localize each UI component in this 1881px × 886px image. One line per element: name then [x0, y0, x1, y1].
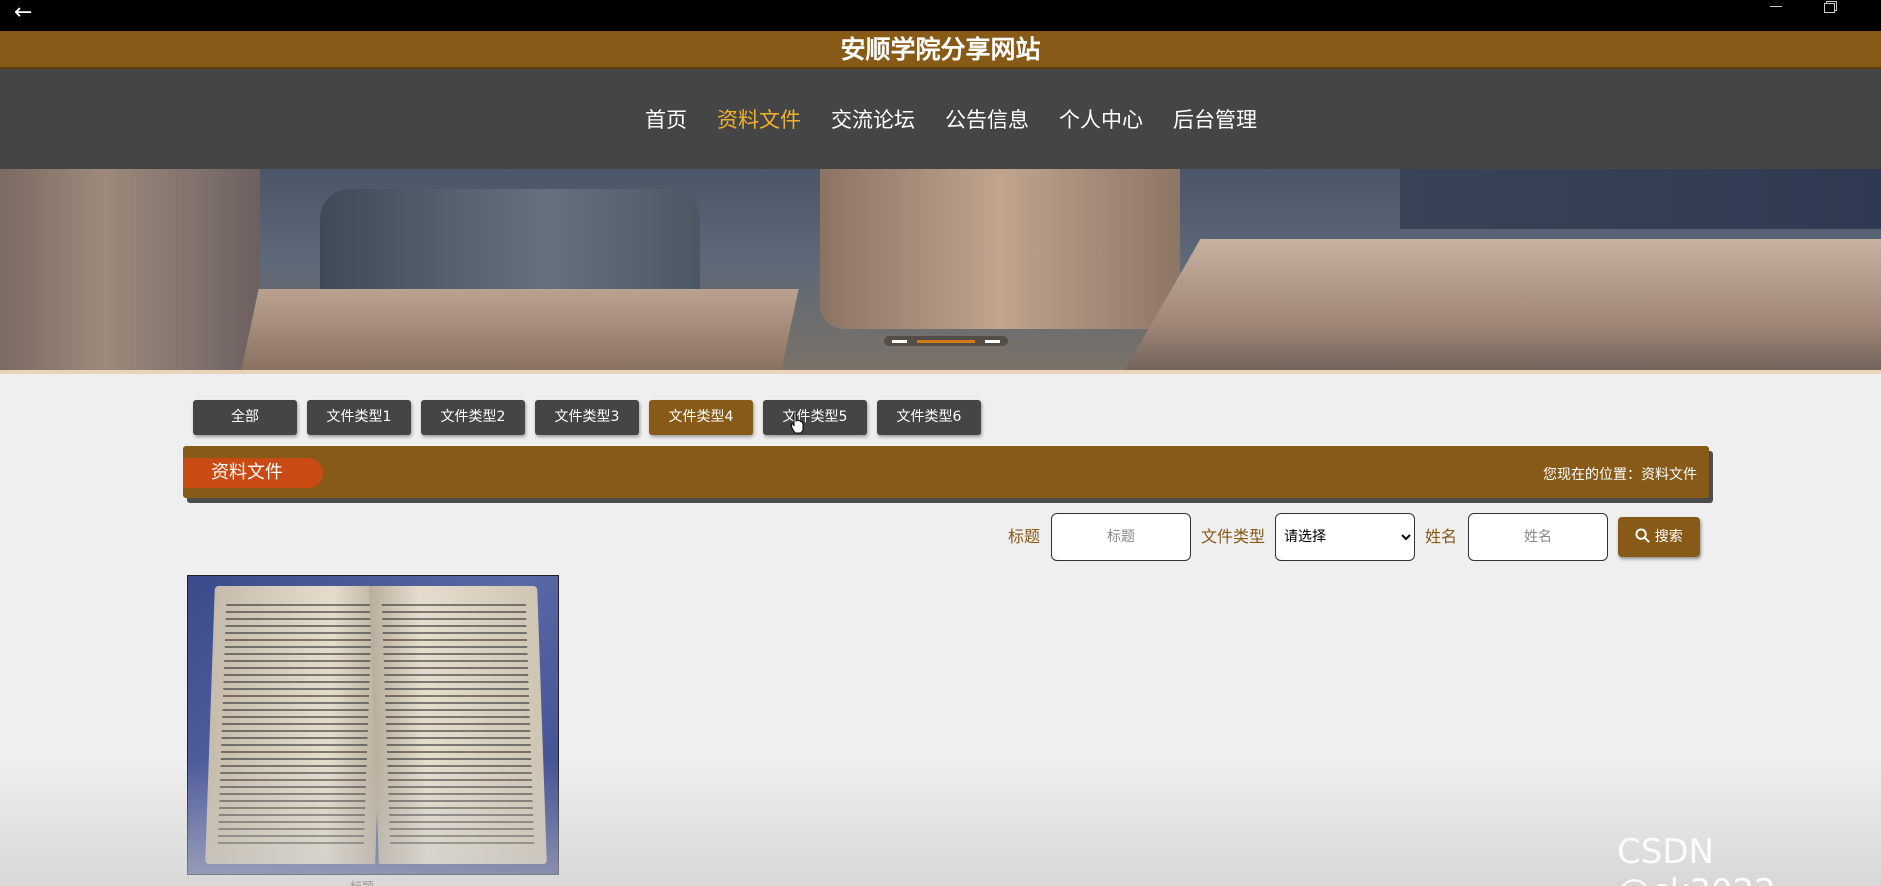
carousel-indicators	[884, 336, 1008, 346]
section-title: 资料文件	[183, 458, 323, 488]
nav-item-notices[interactable]: 公告信息	[930, 105, 1044, 135]
filter-type4-button[interactable]: 文件类型4	[649, 400, 753, 435]
nav-item-files[interactable]: 资料文件	[702, 105, 816, 135]
title-label: 标题	[1008, 527, 1041, 546]
search-icon	[1635, 528, 1650, 543]
file-card-title[interactable]: 标题	[350, 878, 374, 886]
name-label: 姓名	[1425, 527, 1458, 546]
banner-image-part	[241, 289, 799, 370]
file-type-filter: 全部 文件类型1 文件类型2 文件类型3 文件类型4 文件类型5 文件类型6	[193, 400, 991, 435]
filter-type5-button[interactable]: 文件类型5	[763, 400, 867, 435]
file-type-select[interactable]: 请选择	[1275, 513, 1415, 561]
breadcrumb: 您现在的位置：资料文件	[1543, 467, 1697, 483]
carousel-dot-active[interactable]	[917, 340, 975, 343]
search-button[interactable]: 搜索	[1618, 517, 1700, 557]
filter-all-button[interactable]: 全部	[193, 400, 297, 435]
banner-image-part	[1400, 169, 1881, 229]
site-header: 安顺学院分享网站	[0, 31, 1881, 69]
filter-type6-button[interactable]: 文件类型6	[877, 400, 981, 435]
carousel-dot[interactable]	[984, 340, 1000, 343]
watermark: CSDN @ck3022	[1617, 832, 1776, 886]
minimize-icon[interactable]	[1764, 0, 1788, 12]
banner-image-part	[1119, 239, 1881, 370]
main-nav: 首页 资料文件 交流论坛 公告信息 个人中心 后台管理	[0, 69, 1881, 169]
name-input[interactable]	[1468, 513, 1608, 561]
restore-icon[interactable]	[1818, 0, 1842, 14]
carousel-dot[interactable]	[892, 340, 908, 343]
site-title: 安顺学院分享网站	[840, 35, 1041, 64]
search-button-label: 搜索	[1654, 529, 1683, 545]
window-titlebar: ←	[0, 0, 1881, 31]
nav-item-admin[interactable]: 后台管理	[1158, 105, 1272, 135]
nav-item-profile[interactable]: 个人中心	[1044, 105, 1158, 135]
title-input[interactable]	[1051, 513, 1191, 561]
book-page-right	[369, 586, 547, 864]
file-type-label: 文件类型	[1201, 527, 1266, 546]
banner-image-part	[0, 169, 260, 370]
section-header: 资料文件 您现在的位置：资料文件	[183, 446, 1709, 498]
filter-type2-button[interactable]: 文件类型2	[421, 400, 525, 435]
book-page-left	[205, 586, 385, 864]
arrow-left-icon[interactable]: ←	[14, 2, 32, 24]
hand-cursor-icon	[790, 412, 804, 434]
nav-item-forum[interactable]: 交流论坛	[816, 105, 930, 135]
banner-divider	[0, 370, 1881, 374]
banner-image-part	[820, 169, 1180, 329]
filter-type1-button[interactable]: 文件类型1	[307, 400, 411, 435]
nav-item-home[interactable]: 首页	[630, 105, 702, 135]
filter-type3-button[interactable]: 文件类型3	[535, 400, 639, 435]
file-card-image[interactable]	[187, 575, 559, 875]
